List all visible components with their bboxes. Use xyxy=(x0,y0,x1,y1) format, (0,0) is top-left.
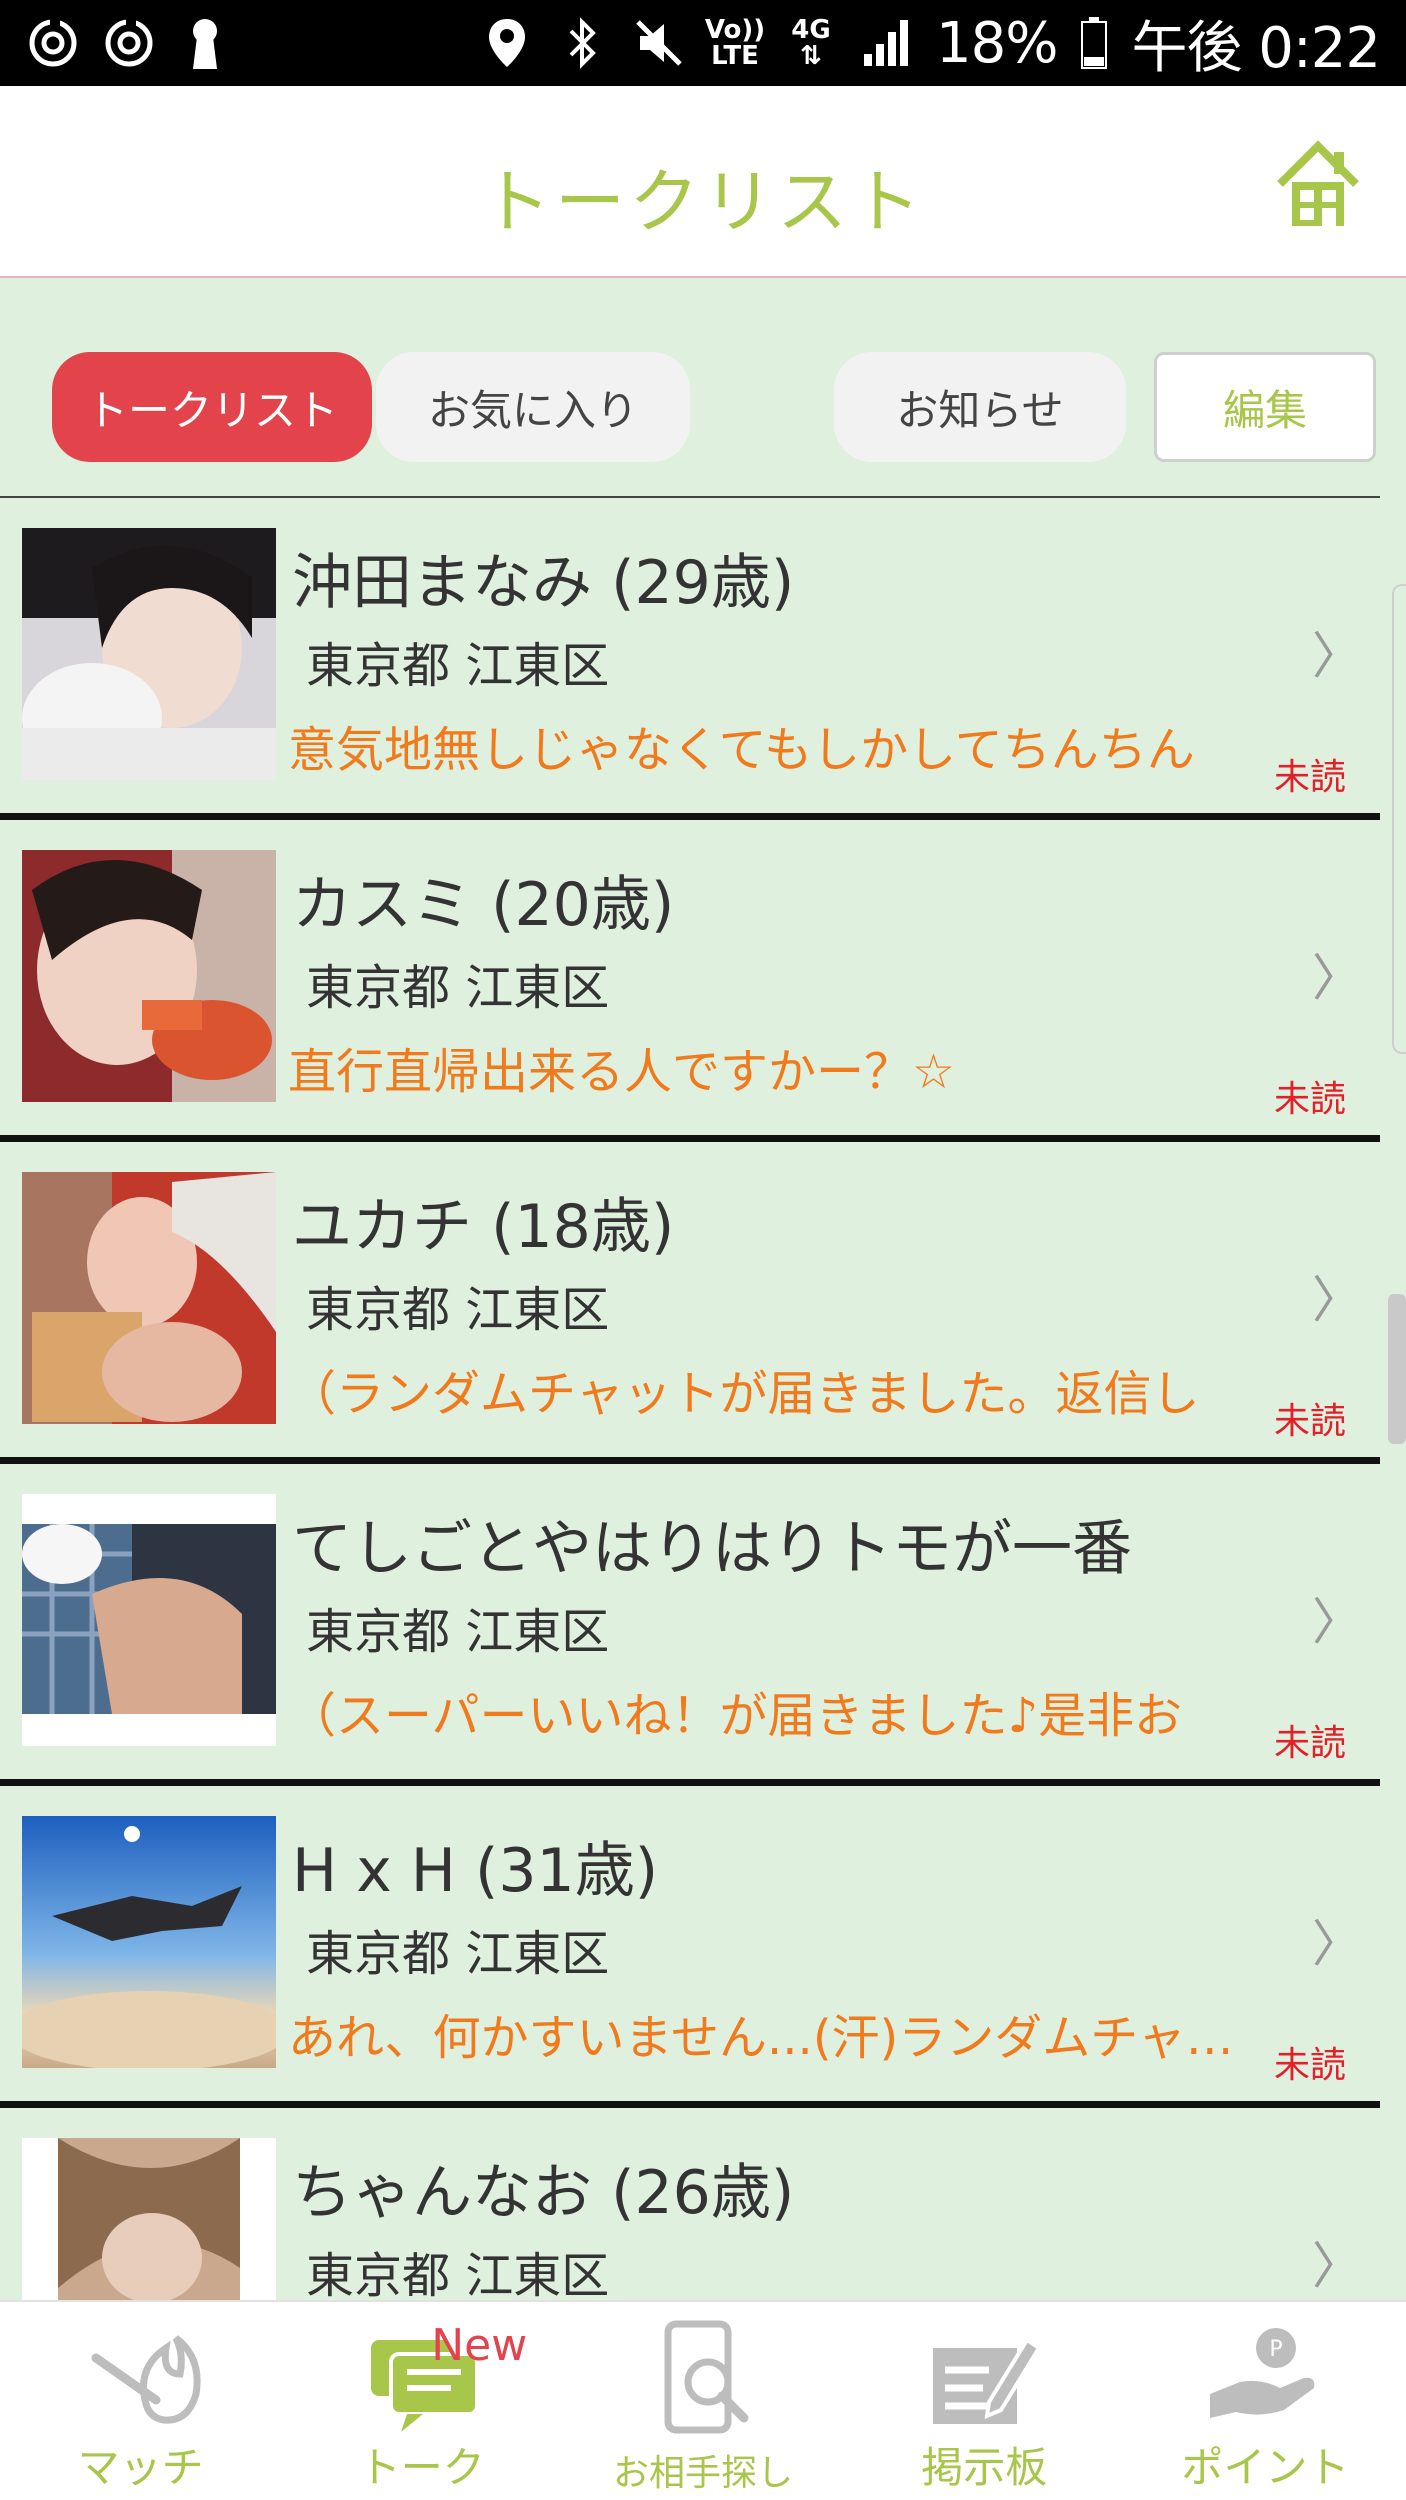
partner-area: 東京都 江東区 xyxy=(306,1282,610,1338)
nav-point-label: ポイント xyxy=(1181,2443,1350,2492)
partner-name: ちゃんなお (26歳) xyxy=(292,2158,795,2228)
partner-area: 東京都 江東区 xyxy=(306,2248,610,2300)
chevron-right-icon: 〉 xyxy=(1312,1593,1362,1651)
list-item[interactable]: てしごとやはりはりトモが一番 東京都 江東区 （スーパーいいね！が届きました♪是… xyxy=(0,1464,1380,1786)
partner-name: ユカチ (18歳) xyxy=(292,1192,675,1262)
talk-list: 沖田まなみ (29歳) 東京都 江東区 意気地無しじゃなくてもしかしてちんちん … xyxy=(0,496,1380,2300)
nav-board-label: 掲示板 xyxy=(921,2443,1048,2492)
unread-badge: 未読 xyxy=(1273,2045,1346,2086)
unread-badge: 未読 xyxy=(1273,757,1346,798)
signal-icon xyxy=(860,16,914,70)
page-title: トークリスト xyxy=(481,161,925,243)
chevron-right-icon: 〉 xyxy=(1312,2237,1362,2295)
list-item[interactable]: H x H (31歳) 東京都 江東区 あれ、何かすいません...(汗)ランダム… xyxy=(0,1786,1380,2108)
svg-text:P: P xyxy=(1270,2337,1283,2362)
battery-percent: 18% xyxy=(935,10,1058,76)
tab-favorite[interactable]: お気に入り xyxy=(376,352,690,462)
scrollbar[interactable] xyxy=(1388,1294,1406,1444)
last-message: （ランダムチャットが届きました。返信し xyxy=(288,1366,1200,1422)
location-icon xyxy=(480,16,534,70)
point-hand-icon: P xyxy=(1210,2328,1315,2418)
partner-area: 東京都 江東区 xyxy=(306,1604,610,1660)
list-item[interactable]: 沖田まなみ (29歳) 東京都 江東区 意気地無しじゃなくてもしかしてちんちん … xyxy=(0,498,1380,820)
nav-search-label: お相手探し xyxy=(613,2453,794,2494)
list-item[interactable]: ちゃんなお (26歳) 東京都 江東区 〉 xyxy=(0,2108,1380,2300)
nav-match[interactable]: マッチ xyxy=(0,2302,281,2500)
avatar xyxy=(22,1172,276,1424)
clock: 午後 0:22 xyxy=(1131,15,1381,81)
partner-area: 東京都 江東区 xyxy=(306,1926,610,1982)
last-message: あれ、何かすいません...(汗)ランダムチャ… xyxy=(288,2010,1228,2066)
new-badge: New xyxy=(431,2320,528,2371)
home-button[interactable] xyxy=(1270,136,1366,232)
unread-badge: 未読 xyxy=(1273,1723,1346,1764)
edit-button[interactable]: 編集 xyxy=(1154,352,1376,462)
bottom-nav: マッチ New トーク お相手探し 掲示板 P ポイント xyxy=(0,2300,1406,2500)
partner-name: てしごとやはりはりトモが一番 xyxy=(292,1514,1132,1584)
avatar xyxy=(22,1494,276,1746)
last-message: （スーパーいいね！が届きました♪是非お xyxy=(288,1688,1183,1744)
unread-badge: 未読 xyxy=(1273,1401,1346,1442)
avatar xyxy=(22,1816,276,2068)
tab-talklist[interactable]: トークリスト xyxy=(52,352,372,462)
nav-talk-label: トーク xyxy=(358,2443,485,2492)
last-message: 直行直帰出来る人ですかー？☆ xyxy=(288,1044,956,1100)
partner-name: カスミ (20歳) xyxy=(292,870,675,940)
avatar xyxy=(22,2138,276,2300)
partner-area: 東京都 江東区 xyxy=(306,960,610,1016)
tab-notice[interactable]: お知らせ xyxy=(834,352,1126,462)
partner-name: 沖田まなみ (29歳) xyxy=(292,548,795,618)
status-bar: Vo)) LTE 4G ⇅ 18% 午後 0:22 xyxy=(0,0,1406,86)
list-item[interactable]: カスミ (20歳) 東京都 江東区 直行直帰出来る人ですかー？☆ 〉 未読 xyxy=(0,820,1380,1142)
nav-board[interactable]: 掲示板 xyxy=(844,2302,1125,2500)
scroll-track xyxy=(1392,584,1406,1054)
match-icon xyxy=(91,2335,201,2424)
mute-icon xyxy=(632,16,686,70)
chevron-right-icon: 〉 xyxy=(1312,627,1362,685)
battery-icon xyxy=(1079,16,1109,70)
chevron-right-icon: 〉 xyxy=(1312,1915,1362,1973)
chevron-right-icon: 〉 xyxy=(1312,1271,1362,1329)
phone-search-icon xyxy=(664,2320,749,2434)
bluetooth-icon xyxy=(556,16,610,70)
nav-match-label: マッチ xyxy=(77,2443,204,2492)
4g-icon: 4G ⇅ xyxy=(791,15,831,71)
home-icon xyxy=(1277,140,1359,226)
last-message: 意気地無しじゃなくてもしかしてちんちん xyxy=(288,722,1195,778)
keyhole-icon xyxy=(178,16,232,70)
nav-search[interactable]: お相手探し xyxy=(562,2302,843,2500)
chevron-right-icon: 〉 xyxy=(1312,949,1362,1007)
app-header: トークリスト xyxy=(0,86,1406,278)
partner-name: H x H (31歳) xyxy=(292,1836,659,1906)
list-item[interactable]: ユカチ (18歳) 東京都 江東区 （ランダムチャットが届きました。返信し 〉 … xyxy=(0,1142,1380,1464)
nav-talk[interactable]: New トーク xyxy=(281,2302,562,2500)
partner-area: 東京都 江東区 xyxy=(306,638,610,694)
board-icon xyxy=(933,2337,1042,2424)
nav-point[interactable]: P ポイント xyxy=(1125,2302,1406,2500)
unread-badge: 未読 xyxy=(1273,1079,1346,1120)
avatar xyxy=(22,850,276,1102)
sync-icon xyxy=(26,16,80,70)
avatar xyxy=(22,528,276,780)
volte-icon: Vo)) LTE xyxy=(704,15,766,71)
sync-icon xyxy=(102,16,156,70)
